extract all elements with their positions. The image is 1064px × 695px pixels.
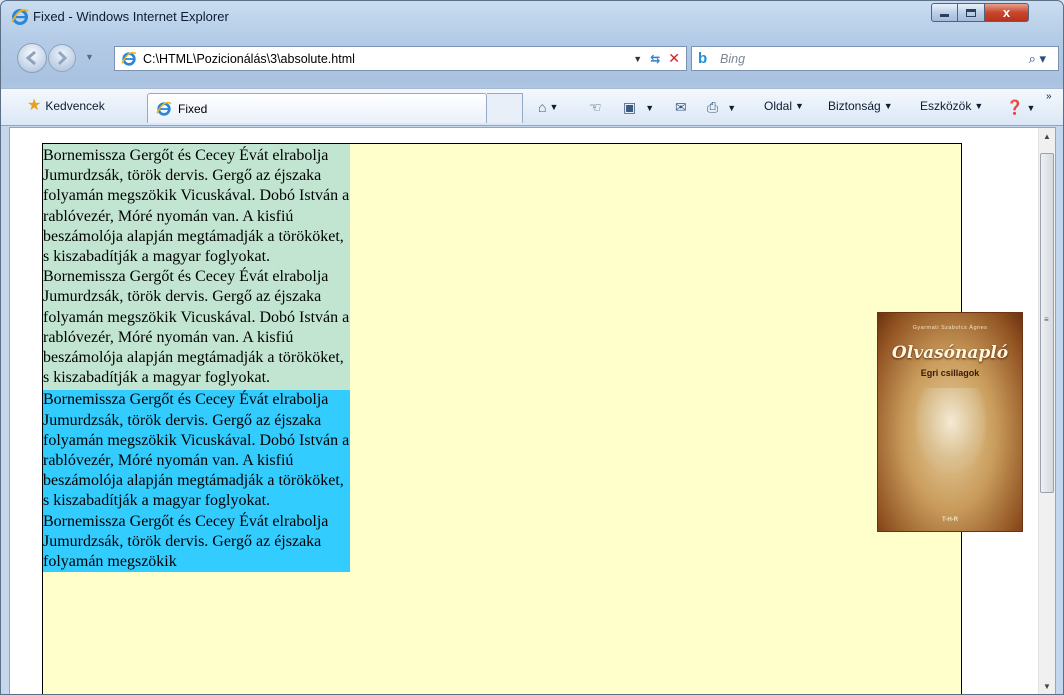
page-viewport: Bornemissza Gergőt és Cecey Évát elrabol… bbox=[9, 127, 1056, 694]
book-publisher: T-H-R bbox=[942, 517, 958, 523]
book-author: Gyarmati Szabolcs Ágnes bbox=[912, 325, 988, 331]
search-box[interactable]: b Bing ⌕ ▾ bbox=[691, 46, 1059, 71]
search-input[interactable]: Bing bbox=[720, 52, 1029, 66]
forward-button[interactable] bbox=[48, 44, 76, 72]
help-icon: ❓ bbox=[1006, 99, 1024, 115]
address-bar[interactable]: C:\HTML\Pozicionálás\3\absolute.html ▼ ⇆… bbox=[114, 46, 687, 71]
chevron-more-icon[interactable]: » bbox=[1046, 91, 1052, 102]
printer-icon: ⎙ bbox=[707, 99, 719, 115]
new-tab-button[interactable] bbox=[487, 93, 523, 123]
title-bar: Fixed - Windows Internet Explorer x bbox=[1, 1, 1063, 31]
paragraph: Bornemissza Gergőt és Cecey Évát elrabol… bbox=[43, 512, 329, 571]
page-menu-label: Oldal bbox=[764, 99, 793, 113]
ie-logo-icon bbox=[11, 8, 29, 25]
address-dropdown-icon[interactable]: ▼ bbox=[633, 54, 642, 64]
help-button[interactable]: ❓ ▼ bbox=[1006, 99, 1035, 116]
maximize-icon bbox=[966, 8, 976, 17]
stop-icon[interactable]: ✕ bbox=[668, 50, 680, 67]
mail-icon[interactable]: ✉ bbox=[675, 99, 687, 116]
search-icon[interactable]: ⌕ ▾ bbox=[1029, 51, 1058, 67]
hand-icon[interactable]: ☜ bbox=[589, 99, 602, 116]
blue-text-block: Bornemissza Gergőt és Cecey Évát elrabol… bbox=[43, 390, 350, 573]
page-menu[interactable]: Oldal ▼ bbox=[764, 99, 804, 113]
vertical-scrollbar[interactable]: ▲ ≡ ▼ bbox=[1038, 128, 1055, 694]
recent-pages-dropdown[interactable]: ▼ bbox=[85, 52, 94, 62]
safety-menu-label: Biztonság bbox=[828, 99, 881, 113]
grip-icon: ≡ bbox=[1044, 315, 1049, 324]
paragraph: Bornemissza Gergőt és Cecey Évát elrabol… bbox=[43, 268, 350, 387]
text-column: Bornemissza Gergőt és Cecey Évát elrabol… bbox=[43, 144, 350, 573]
favorites-bar: ★ Kedvencek Fixed ⌂ ▼ ☜ ▣ ▼ ✉ ⎙ ▼ Oldal ▼ Bi… bbox=[1, 88, 1063, 126]
print-button[interactable]: ⎙ ▼ bbox=[707, 99, 736, 116]
paragraph: Bornemissza Gergőt és Cecey Évát elrabol… bbox=[43, 147, 350, 266]
close-button[interactable]: x bbox=[985, 3, 1029, 22]
minimize-button[interactable] bbox=[931, 3, 958, 22]
tab-label: Fixed bbox=[178, 101, 208, 116]
browser-window: Fixed - Windows Internet Explorer x ▼ C:… bbox=[0, 0, 1064, 695]
home-icon: ⌂ bbox=[538, 99, 547, 115]
paragraph: Bornemissza Gergőt és Cecey Évát elrabol… bbox=[43, 391, 350, 510]
refresh-icon[interactable]: ⇆ bbox=[650, 52, 660, 66]
address-url[interactable]: C:\HTML\Pozicionálás\3\absolute.html bbox=[143, 52, 633, 66]
tab-fixed[interactable]: Fixed bbox=[147, 93, 487, 123]
address-row: ▼ C:\HTML\Pozicionálás\3\absolute.html ▼… bbox=[1, 41, 1063, 81]
star-icon: ★ bbox=[27, 97, 42, 114]
favorites-label: Kedvencek bbox=[45, 99, 105, 113]
back-button[interactable] bbox=[17, 43, 47, 73]
scroll-up-icon[interactable]: ▲ bbox=[1039, 128, 1055, 145]
book-subtitle: Egri csillagok bbox=[920, 368, 980, 378]
close-icon: x bbox=[1002, 5, 1011, 20]
content-container: Bornemissza Gergőt és Cecey Évát elrabol… bbox=[42, 143, 962, 694]
book-cover-image: Gyarmati Szabolcs Ágnes Olvasónapló Egri… bbox=[877, 312, 1023, 532]
window-title: Fixed - Windows Internet Explorer bbox=[33, 9, 229, 24]
forward-arrow-icon bbox=[57, 50, 68, 66]
safety-menu[interactable]: Biztonság ▼ bbox=[828, 99, 893, 113]
scroll-down-icon[interactable]: ▼ bbox=[1039, 678, 1055, 694]
book-title: Olvasónapló bbox=[891, 343, 1009, 363]
favorites-button[interactable]: ★ Kedvencek bbox=[27, 98, 105, 114]
minimize-icon bbox=[940, 14, 949, 17]
bing-icon: b bbox=[698, 49, 708, 67]
back-arrow-icon bbox=[25, 50, 36, 66]
scroll-thumb[interactable]: ≡ bbox=[1040, 153, 1054, 493]
tools-menu-label: Eszközök bbox=[920, 99, 972, 113]
page-ie-icon bbox=[121, 51, 137, 66]
tab-ie-icon bbox=[156, 101, 172, 116]
book-portrait bbox=[916, 388, 986, 473]
tools-menu[interactable]: Eszközök ▼ bbox=[920, 99, 983, 113]
green-text-block: Bornemissza Gergőt és Cecey Évát elrabol… bbox=[43, 144, 350, 391]
home-button[interactable]: ⌂ ▼ bbox=[538, 99, 558, 115]
rss-icon: ▣ bbox=[623, 99, 637, 115]
feeds-button[interactable]: ▣ ▼ bbox=[623, 99, 654, 116]
maximize-button[interactable] bbox=[958, 3, 985, 22]
